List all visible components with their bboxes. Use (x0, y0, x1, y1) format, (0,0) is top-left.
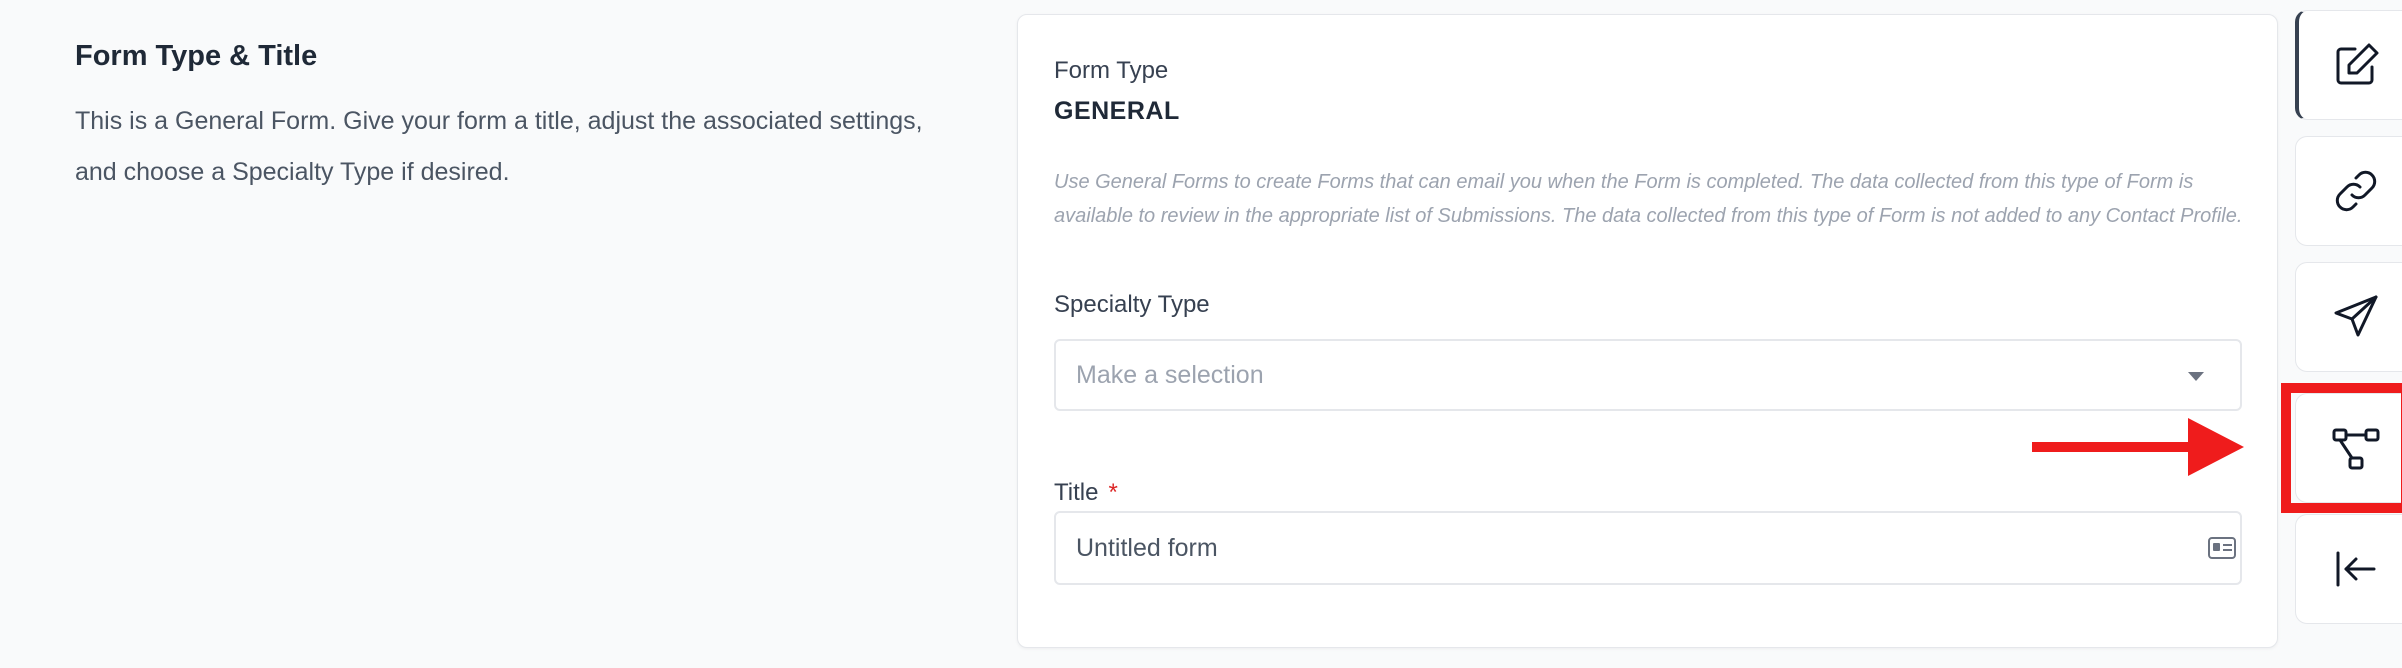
caret-down-icon (2188, 372, 2204, 381)
specialty-type-select[interactable]: Make a selection (1054, 339, 2242, 411)
form-type-value: GENERAL (1054, 97, 1180, 125)
required-asterisk: * (1108, 479, 1118, 506)
page: Form Type & Title This is a General Form… (0, 0, 2402, 668)
rail-link-button[interactable] (2295, 136, 2402, 246)
paper-plane-icon (2334, 295, 2377, 337)
edit-icon (2336, 43, 2379, 85)
red-arrow-icon (2032, 418, 2244, 476)
workflow-icon (2332, 428, 2379, 470)
specialty-type-placeholder: Make a selection (1076, 360, 1264, 389)
id-card-icon (2208, 537, 2236, 559)
rail-collapse-button[interactable] (2295, 514, 2402, 624)
title-label: Title * (1054, 477, 1118, 509)
rail-edit-button[interactable] (2295, 10, 2402, 120)
link-icon (2335, 170, 2376, 212)
rail-workflow-button[interactable] (2295, 393, 2402, 503)
form-settings-card: Form Type GENERAL Use General Forms to c… (1017, 14, 2278, 648)
title-input[interactable] (1054, 511, 2242, 585)
title-label-text: Title (1054, 479, 1099, 506)
section-description: This is a General Form. Give your form a… (75, 107, 923, 186)
form-type-help-text: Use General Forms to create Forms that c… (1054, 171, 2243, 227)
specialty-type-label: Specialty Type (1054, 291, 1210, 318)
section-intro: Form Type & Title This is a General Form… (75, 36, 935, 198)
form-type-label: Form Type (1054, 57, 1169, 84)
section-title: Form Type & Title (75, 40, 318, 72)
collapse-left-icon (2336, 551, 2375, 587)
rail-send-button[interactable] (2295, 262, 2402, 372)
